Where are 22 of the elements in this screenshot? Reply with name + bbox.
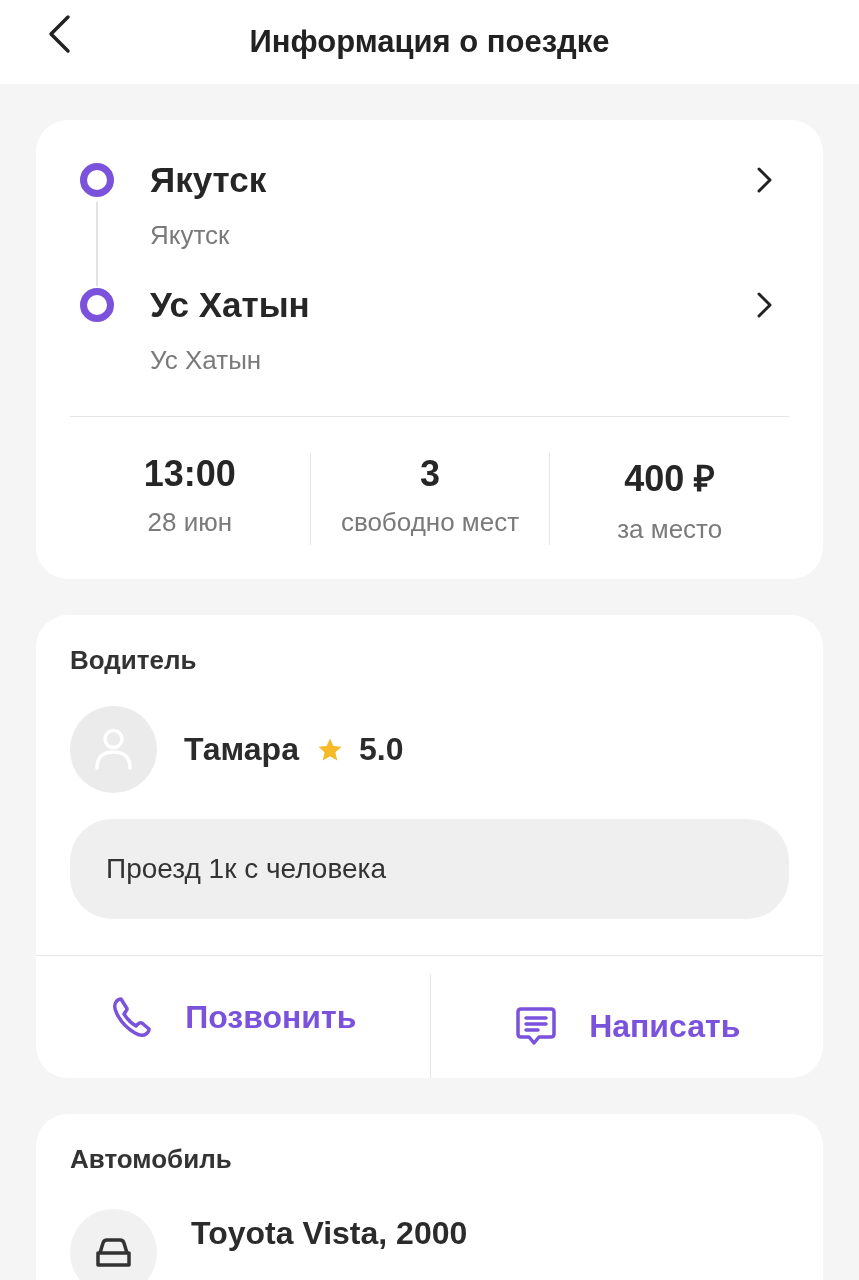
message-button[interactable]: Написать <box>513 984 741 1068</box>
route-point-icon <box>80 288 114 322</box>
stat-value: 3 <box>419 453 440 495</box>
route-point-icon <box>80 163 114 197</box>
rating-value: 5.0 <box>358 731 404 768</box>
stat-label: за место <box>617 514 723 545</box>
stat-label: 28 июн <box>147 507 233 538</box>
section-heading: Автомобиль <box>70 1144 233 1175</box>
stat-label: свободно мест <box>340 507 520 538</box>
driver-note: Проезд 1к с человека <box>70 819 789 919</box>
car-model: Toyota Vista, 2000 <box>191 1215 468 1252</box>
driver-name: Тамара <box>184 731 299 768</box>
screen-title: Информация о поездке <box>249 24 610 60</box>
section-heading: Водитель <box>70 645 198 676</box>
call-button[interactable]: Позвонить <box>109 975 357 1059</box>
city-name: Ус Хатын <box>150 285 311 325</box>
stat-value: 400 ₽ <box>624 457 716 501</box>
address-text: Ус Хатын <box>150 345 263 376</box>
address-text: Якутск <box>150 220 231 251</box>
city-name: Якутск <box>150 160 268 200</box>
car-icon <box>70 1209 157 1280</box>
stat-value: 13:00 <box>143 453 236 495</box>
